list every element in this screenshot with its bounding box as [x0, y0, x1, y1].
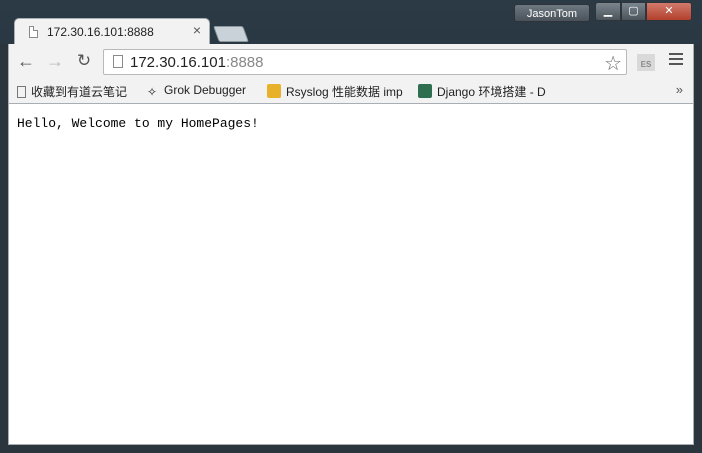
bookmark-label: Django 环境搭建 - D [437, 85, 546, 99]
menu-bar-line [669, 63, 683, 65]
tab-active[interactable]: 172.30.16.101:8888 × [14, 18, 210, 46]
address-bar[interactable]: 172.30.16.101:8888 ☆ [103, 49, 627, 75]
window-frame-right [694, 44, 702, 453]
bookmark-item-grok[interactable]: ✧ Grok Debugger [145, 83, 246, 99]
grok-icon: ✧ [146, 85, 158, 99]
menu-bar-line [669, 53, 683, 55]
browser-window: 172.30.16.101:8888 × JasonTom ▁ ▢ ✕ ← → … [0, 0, 702, 453]
bookmark-star-icon[interactable]: ☆ [604, 51, 622, 76]
bookmark-label: Rsyslog 性能数据 imp [286, 85, 403, 99]
bookmark-label: 收藏到有道云笔记 [31, 85, 128, 99]
bookmark-item-django[interactable]: Django 环境搭建 - D [418, 83, 552, 99]
bookmarks-overflow-button[interactable]: » [676, 82, 683, 97]
navigation-toolbar: ← → ↻ 172.30.16.101:8888 ☆ ES [8, 44, 694, 80]
window-frame-left [0, 44, 8, 453]
tab-close-icon[interactable]: × [193, 22, 201, 38]
bookmark-item-rsyslog[interactable]: Rsyslog 性能数据 imp [267, 83, 405, 99]
url-port: :8888 [225, 54, 264, 71]
url-text: 172.30.16.101:8888 [130, 54, 263, 71]
maximize-button[interactable]: ▢ [621, 2, 646, 21]
close-window-button[interactable]: ✕ [646, 2, 692, 21]
page-body-text: Hello, Welcome to my HomePages! [17, 116, 259, 131]
tab-title: 172.30.16.101:8888 [47, 25, 154, 39]
page-content: Hello, Welcome to my HomePages! [8, 104, 694, 445]
bookmarks-bar: 收藏到有道云笔记 ✧ Grok Debugger Rsyslog 性能数据 imp… [8, 80, 694, 104]
minimize-button[interactable]: ▁ [595, 2, 621, 21]
extension-es-icon[interactable]: ES [637, 54, 655, 71]
page-icon [113, 55, 123, 68]
page-icon [29, 26, 38, 38]
window-frame-bottom [0, 445, 702, 453]
profile-badge[interactable]: JasonTom [514, 4, 590, 22]
menu-icon[interactable] [669, 53, 683, 68]
back-button[interactable]: ← [16, 51, 36, 71]
new-tab-button[interactable] [213, 26, 249, 42]
title-bar: 172.30.16.101:8888 × JasonTom ▁ ▢ ✕ [0, 0, 702, 46]
url-host: 172.30.16.101 [130, 54, 226, 71]
bookmark-item-youdao[interactable]: 收藏到有道云笔记 [17, 83, 127, 99]
lock-icon [267, 84, 281, 98]
django-icon [418, 84, 432, 98]
bookmark-label: Grok Debugger [164, 83, 247, 97]
page-icon [17, 86, 26, 98]
forward-button[interactable]: → [45, 51, 65, 71]
reload-button[interactable]: ↻ [74, 51, 94, 71]
menu-bar-line [669, 58, 683, 60]
